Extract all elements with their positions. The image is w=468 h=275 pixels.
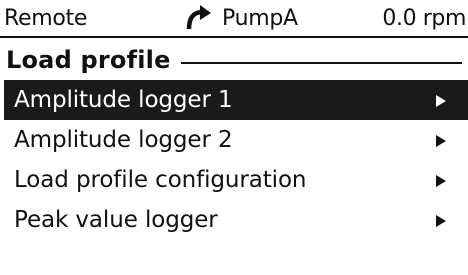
- submenu-arrow-icon: [436, 175, 446, 187]
- menu-item-label: Peak value logger: [14, 207, 218, 233]
- menu-item-load-profile-configuration[interactable]: Load profile configuration: [4, 160, 468, 200]
- drive-name-label: PumpA: [222, 6, 298, 31]
- control-mode-label: Remote: [4, 6, 88, 31]
- menu-item-label: Amplitude logger 2: [14, 127, 233, 153]
- speed-readout: 0.0 rpm: [382, 6, 466, 31]
- submenu-arrow-icon: [436, 95, 446, 107]
- menu-title-bar: Load profile: [0, 40, 468, 80]
- menu-item-label: Amplitude logger 1: [14, 87, 233, 113]
- submenu-arrow-icon: [436, 135, 446, 147]
- drive-panel-screen: Remote PumpA 0.0 rpm Load profile Amplit…: [0, 0, 468, 275]
- page-title: Load profile: [6, 45, 181, 75]
- menu-item-amplitude-logger-1[interactable]: Amplitude logger 1: [4, 80, 468, 120]
- menu-item-label: Load profile configuration: [14, 167, 307, 193]
- status-bar: Remote PumpA 0.0 rpm: [0, 0, 468, 38]
- submenu-arrow-icon: [436, 215, 446, 227]
- menu-list: Amplitude logger 1 Amplitude logger 2 Lo…: [4, 80, 468, 240]
- menu-item-peak-value-logger[interactable]: Peak value logger: [4, 200, 468, 240]
- menu-item-amplitude-logger-2[interactable]: Amplitude logger 2: [4, 120, 468, 160]
- rotate-clockwise-icon: [184, 5, 212, 31]
